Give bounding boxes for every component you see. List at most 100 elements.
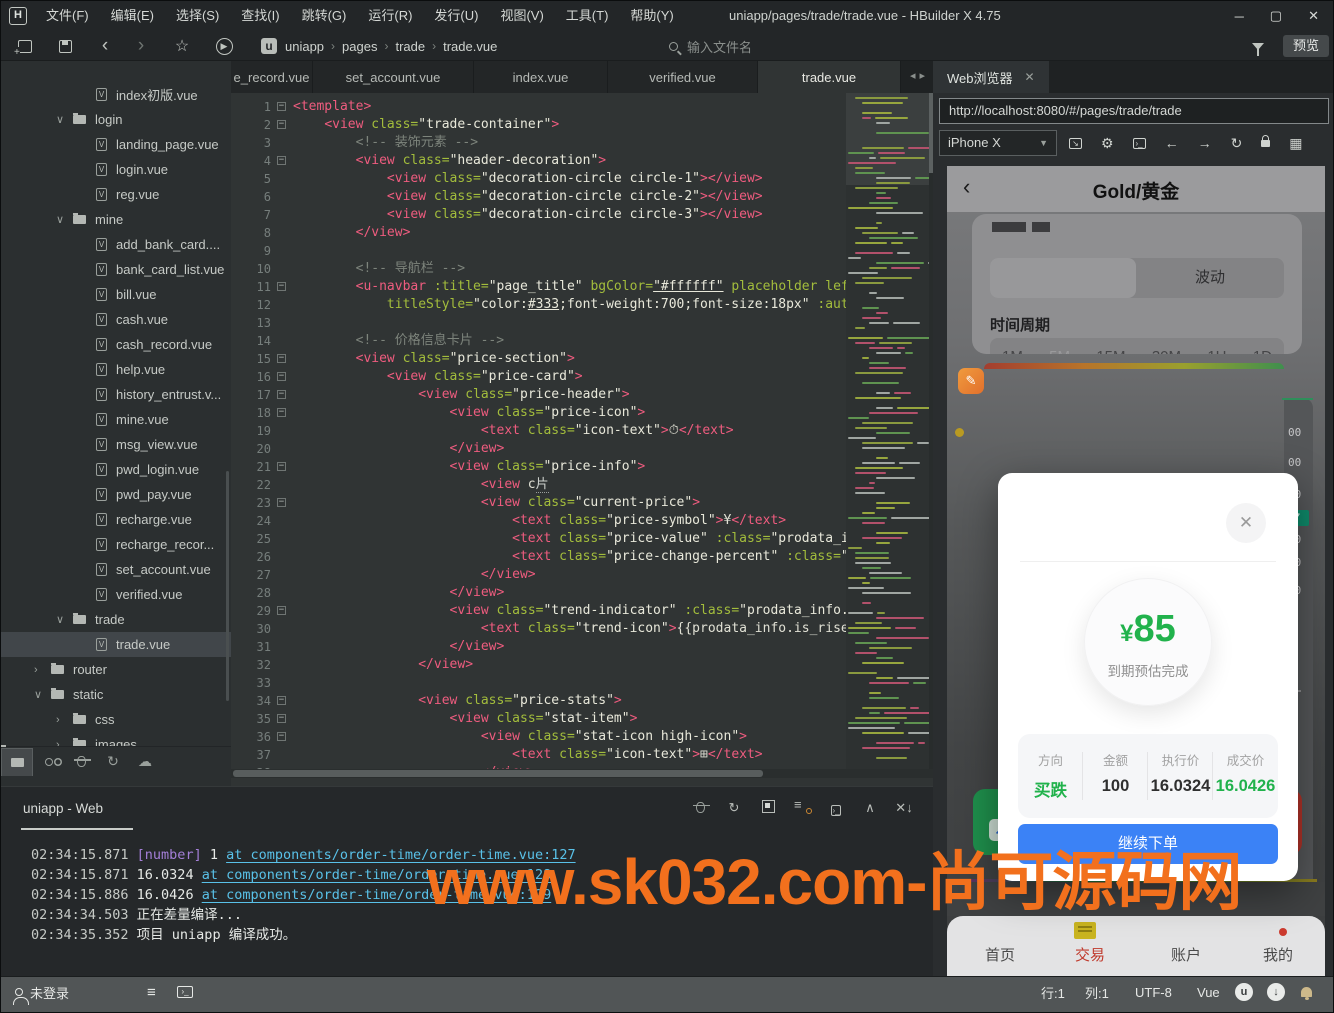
maximize-button[interactable]: ▢: [1270, 8, 1282, 24]
run-button[interactable]: ▶: [213, 31, 235, 61]
fold-icon[interactable]: −: [277, 354, 286, 363]
period-option-1D[interactable]: 1D: [1253, 348, 1272, 355]
uniapp-badge-icon[interactable]: u: [1235, 977, 1253, 1007]
tree-item-recharge_recor...[interactable]: Vrecharge_recor...: [1, 532, 231, 557]
app-tab-账户[interactable]: 账户: [1171, 944, 1201, 965]
fold-icon[interactable]: −: [277, 390, 286, 399]
period-option-30M[interactable]: 30M: [1152, 348, 1181, 355]
app-tab-交易[interactable]: 交易: [1075, 944, 1105, 965]
fold-icon[interactable]: −: [277, 498, 286, 507]
minimap[interactable]: [846, 93, 929, 769]
sync-panel-tab[interactable]: ↻: [97, 748, 129, 776]
menu-跳转(G)[interactable]: 跳转(G): [291, 1, 358, 31]
tree-item-bill.vue[interactable]: Vbill.vue: [1, 282, 231, 307]
chevron-down-icon[interactable]: ∨: [34, 688, 42, 701]
tree-item-login.vue[interactable]: Vlogin.vue: [1, 157, 231, 182]
tree-item-recharge.vue[interactable]: Vrecharge.vue: [1, 507, 231, 532]
tree-item-mine.vue[interactable]: Vmine.vue: [1, 407, 231, 432]
breadcrumb[interactable]: uniapp›pages›trade›trade.vue: [285, 31, 497, 61]
menu-选择(S)[interactable]: 选择(S): [165, 1, 230, 31]
editor-horizontal-scrollbar[interactable]: [231, 769, 933, 778]
period-option-1H[interactable]: 1H: [1207, 348, 1226, 355]
code-area[interactable]: 1−<template>2− <view class="trade-contai…: [231, 93, 933, 769]
menu-运行(R)[interactable]: 运行(R): [357, 1, 423, 31]
minimize-button[interactable]: ─: [1235, 9, 1244, 24]
settings-gear-icon[interactable]: ⚙: [1101, 135, 1114, 152]
file-search[interactable]: 输入文件名: [669, 31, 752, 61]
editor-tab-set_account.vue[interactable]: set_account.vue: [313, 61, 474, 93]
web-browser-tab[interactable]: Web浏览器 ✕: [933, 61, 1049, 93]
editor-tab-verified.vue[interactable]: verified.vue: [608, 61, 758, 93]
close-preview-icon[interactable]: ✕: [1025, 70, 1035, 84]
preview-button[interactable]: 预览: [1283, 35, 1329, 57]
tree-item-css[interactable]: ›css: [1, 707, 231, 732]
save-button[interactable]: [53, 31, 77, 61]
console-icon[interactable]: ›_: [1133, 138, 1146, 149]
app-edit-icon[interactable]: ✎: [958, 368, 984, 394]
period-option-1M[interactable]: 1M: [1002, 348, 1023, 355]
tree-item-verified.vue[interactable]: Vverified.vue: [1, 582, 231, 607]
url-bar[interactable]: http://localhost:8080/#/pages/trade/trad…: [939, 98, 1329, 124]
cursor-col[interactable]: 列:1: [1085, 977, 1109, 1007]
fold-icon[interactable]: −: [277, 102, 286, 111]
tree-item-history_entrust.v...[interactable]: Vhistory_entrust.v...: [1, 382, 231, 407]
fold-icon[interactable]: −: [277, 282, 286, 291]
tree-item-trade[interactable]: ∨trade: [1, 607, 231, 632]
tree-item-cash_record.vue[interactable]: Vcash_record.vue: [1, 332, 231, 357]
source-link[interactable]: at components/order-time/order-time.vue:…: [202, 867, 552, 883]
lock-icon[interactable]: [1261, 140, 1270, 147]
menu-视图(V)[interactable]: 视图(V): [489, 1, 554, 31]
breadcrumb-item[interactable]: uniapp: [285, 39, 324, 54]
tree-item-index初版.vue[interactable]: Vindex初版.vue: [1, 82, 231, 107]
chevron-down-icon[interactable]: ∨: [56, 613, 64, 626]
fold-icon[interactable]: −: [277, 408, 286, 417]
tree-item-login[interactable]: ∨login: [1, 107, 231, 132]
language-mode[interactable]: Vue: [1197, 977, 1220, 1007]
tree-item-trade.vue[interactable]: Vtrade.vue: [1, 632, 231, 657]
console-tab[interactable]: uniapp - Web: [23, 801, 103, 816]
clear-console-icon[interactable]: ✕↓: [895, 800, 913, 816]
files-panel-tab[interactable]: [1, 748, 33, 776]
tab-scroll-arrows[interactable]: ◂▸: [910, 69, 929, 82]
period-option-15M[interactable]: 15M: [1096, 348, 1125, 355]
fold-icon[interactable]: −: [277, 156, 286, 165]
search-panel-tab[interactable]: [33, 748, 65, 776]
tree-item-landing_page.vue[interactable]: Vlanding_page.vue: [1, 132, 231, 157]
tree-item-reg.vue[interactable]: Vreg.vue: [1, 182, 231, 207]
app-segment-selected[interactable]: [990, 258, 1136, 298]
breadcrumb-item[interactable]: trade.vue: [443, 39, 497, 54]
new-terminal-icon[interactable]: ›_: [827, 801, 845, 816]
sidebar-scrollbar[interactable]: [226, 471, 229, 701]
menu-帮助(Y)[interactable]: 帮助(Y): [619, 1, 684, 31]
debug-panel-tab[interactable]: [65, 748, 97, 776]
app-period-options[interactable]: 1M 5M 15M 30M 1H 1D: [990, 338, 1284, 354]
tree-item-help.vue[interactable]: Vhelp.vue: [1, 357, 231, 382]
tree-item-pwd_login.vue[interactable]: Vpwd_login.vue: [1, 457, 231, 482]
login-status[interactable]: 未登录: [15, 977, 69, 1007]
period-option-5M[interactable]: 5M: [1049, 348, 1070, 355]
collapse-panel-icon[interactable]: ∧: [861, 800, 879, 816]
terminal-icon[interactable]: ›_: [177, 977, 193, 1007]
tree-item-bank_card_list.vue[interactable]: Vbank_card_list.vue: [1, 257, 231, 282]
open-external-icon[interactable]: ↘: [1069, 138, 1082, 149]
reload-icon[interactable]: ↻: [1231, 135, 1243, 152]
tree-item-pwd_pay.vue[interactable]: Vpwd_pay.vue: [1, 482, 231, 507]
encoding[interactable]: UTF-8: [1135, 977, 1172, 1007]
editor-tab-trade.vue[interactable]: trade.vue: [758, 61, 901, 93]
editor-tab-index.vue[interactable]: index.vue: [474, 61, 608, 93]
close-button[interactable]: ✕: [1308, 8, 1319, 24]
breadcrumb-item[interactable]: pages: [342, 39, 377, 54]
menu-工具(T)[interactable]: 工具(T): [555, 1, 620, 31]
forward-button[interactable]: ›: [131, 31, 151, 61]
modal-close-icon[interactable]: ✕: [1226, 503, 1266, 543]
fold-icon[interactable]: −: [277, 696, 286, 705]
menu-编辑(E)[interactable]: 编辑(E): [100, 1, 165, 31]
continue-order-button[interactable]: 继续下单: [1018, 824, 1278, 864]
nav-forward-icon[interactable]: →: [1198, 135, 1212, 151]
app-volatility-option[interactable]: 波动: [1136, 258, 1284, 298]
cursor-line[interactable]: 行:1: [1041, 977, 1065, 1007]
filter-icon[interactable]: [1249, 31, 1267, 61]
fold-icon[interactable]: −: [277, 462, 286, 471]
editor-tab-e_record.vue[interactable]: e_record.vue: [231, 61, 313, 93]
qr-code-icon[interactable]: ▦: [1289, 135, 1302, 152]
